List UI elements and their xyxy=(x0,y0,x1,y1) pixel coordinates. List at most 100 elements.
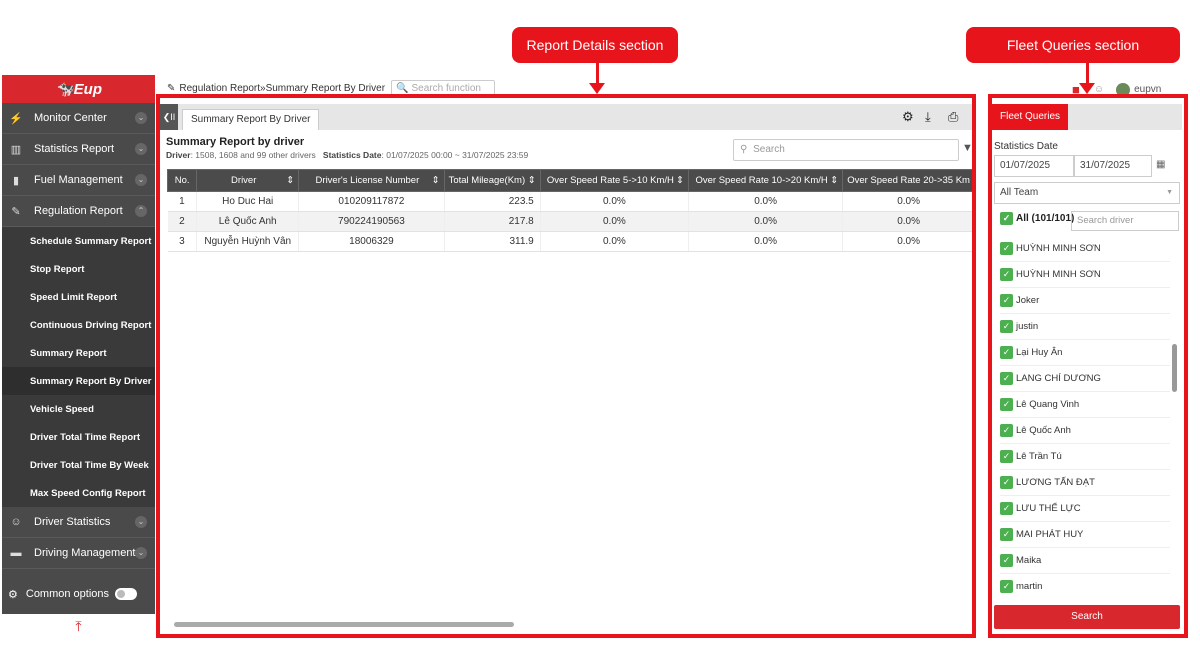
table-row[interactable]: 2 Lê Quốc Anh 790224190563 217.8 0.0% 0.… xyxy=(167,211,975,232)
list-item[interactable]: ✓ LƯƠNG TẤN ĐẠT xyxy=(1000,470,1170,496)
sidebar-item-fuel-management[interactable]: ▮ Fuel Management ⌄ xyxy=(2,165,155,196)
list-item[interactable]: ✓ LANG CHÍ DƯƠNG xyxy=(1000,366,1170,392)
sidebar-item-monitor-center[interactable]: ⚡ Monitor Center ⌄ xyxy=(2,103,155,134)
list-item[interactable]: ✓ Lại Huy Ân xyxy=(1000,340,1170,366)
checkbox-checked-icon[interactable]: ✓ xyxy=(1000,268,1013,281)
column-header[interactable]: Driver's License Number ⇕ xyxy=(298,169,445,192)
list-item[interactable]: ✓ LƯU THỂ LỰC xyxy=(1000,496,1170,522)
list-item[interactable]: ✓ Maika xyxy=(1000,548,1170,574)
checkbox-checked-icon[interactable]: ✓ xyxy=(1000,294,1013,307)
date-from-field[interactable]: 01/07/2025 xyxy=(994,155,1074,177)
checkbox-checked-icon[interactable]: ✓ xyxy=(1000,372,1013,385)
checkbox-checked-icon[interactable]: ✓ xyxy=(1000,554,1013,567)
table-search-input[interactable]: ⚲ Search xyxy=(733,139,959,161)
sidebar-item-driver-statistics[interactable]: ☺ Driver Statistics ⌄ xyxy=(2,507,155,538)
checkbox-checked-icon[interactable]: ✓ xyxy=(1000,424,1013,437)
checkbox-checked-icon[interactable]: ✓ xyxy=(1000,450,1013,463)
list-item[interactable]: ✓ Lê Trần Tú xyxy=(1000,444,1170,470)
checkbox-checked-icon[interactable]: ✓ xyxy=(1000,320,1013,333)
sidebar-subitem[interactable]: Schedule Summary Report xyxy=(2,227,155,255)
cell-no: 2 xyxy=(167,211,198,232)
checkbox-checked-icon[interactable]: ✓ xyxy=(1000,528,1013,541)
list-item[interactable]: ✓ martin xyxy=(1000,574,1170,596)
table-row[interactable]: 1 Ho Duc Hai 010209117872 223.5 0.0% 0.0… xyxy=(167,191,975,212)
sidebar-subitem[interactable]: Summary Report xyxy=(2,339,155,367)
list-item[interactable]: ✓ HUỲNH MINH SƠN xyxy=(1000,236,1170,262)
sort-icon[interactable]: ⇕ xyxy=(432,175,440,186)
calendar-icon[interactable]: ▦ xyxy=(1156,159,1165,170)
driver-name: Maika xyxy=(1016,555,1042,566)
logo-text: Eup xyxy=(73,80,103,98)
checkbox-checked-icon[interactable]: ✓ xyxy=(1000,212,1013,225)
common-options-toggle[interactable] xyxy=(115,588,138,600)
table-row[interactable]: 3 Nguyễn Huỳnh Vân 18006329 311.9 0.0% 0… xyxy=(167,231,975,252)
brand-logo[interactable]: 🐄 Eup xyxy=(2,75,155,103)
column-header[interactable]: Over Speed Rate 20->35 Km xyxy=(842,169,975,192)
horizontal-scrollbar[interactable] xyxy=(174,622,514,627)
checkbox-checked-icon[interactable]: ✓ xyxy=(1000,346,1013,359)
sidebar-subitem[interactable]: Driver Total Time Report xyxy=(2,423,155,451)
list-item[interactable]: ✓ HUỲNH MINH SƠN xyxy=(1000,262,1170,288)
sidebar-item-statistics-report[interactable]: ▥ Statistics Report ⌄ xyxy=(2,134,155,165)
avatar[interactable] xyxy=(1116,82,1131,97)
driver-search-input[interactable]: Search driver xyxy=(1071,211,1179,231)
sort-icon[interactable]: ⇕ xyxy=(830,175,838,186)
checkbox-checked-icon[interactable]: ✓ xyxy=(1000,502,1013,515)
list-item[interactable]: ✓ justin xyxy=(1000,314,1170,340)
logo-mark-icon: 🐄 xyxy=(54,81,74,98)
list-item[interactable]: ✓ Lê Quang Vinh xyxy=(1000,392,1170,418)
report-title: Summary Report by driver xyxy=(166,136,305,148)
print-icon[interactable]: ⎙ xyxy=(948,109,958,125)
sort-icon[interactable]: ⇕ xyxy=(676,175,684,186)
user-name[interactable]: eupvn xyxy=(1134,84,1161,95)
column-header[interactable]: Over Speed Rate 5->10 Km/H ⇕ xyxy=(539,169,690,192)
checkbox-checked-icon[interactable]: ✓ xyxy=(1000,476,1013,489)
vertical-scrollbar[interactable] xyxy=(1172,344,1177,392)
person-icon[interactable]: ☺ xyxy=(1094,84,1104,95)
search-function-input[interactable]: 🔍 Search function xyxy=(391,80,496,96)
fleet-search-button[interactable]: Search xyxy=(994,605,1180,629)
column-header[interactable]: Total Mileage(Km) ⇕ xyxy=(443,169,541,192)
tab-summary-report-by-driver[interactable]: Summary Report By Driver xyxy=(182,109,320,130)
regulation-icon: ✎ xyxy=(167,82,176,94)
column-header[interactable]: Over Speed Rate 10->20 Km/H ⇕ xyxy=(688,169,844,192)
checkbox-checked-icon[interactable]: ✓ xyxy=(1000,242,1013,255)
checkbox-checked-icon[interactable]: ✓ xyxy=(1000,398,1013,411)
select-all-drivers[interactable]: ✓ All (101/101) xyxy=(1000,212,1074,225)
driver-name: LƯƠNG TẤN ĐẠT xyxy=(1016,477,1095,488)
team-select[interactable]: All Team ▼ xyxy=(994,182,1180,204)
sidebar-subitem[interactable]: Max Speed Config Report xyxy=(2,479,155,507)
list-item[interactable]: ✓ MAI PHÁT HUY xyxy=(1000,522,1170,548)
chevron-down-icon: ⌄ xyxy=(135,112,147,124)
driver-name: Lê Trần Tú xyxy=(1016,451,1062,462)
sidebar-subitem[interactable]: Speed Limit Report xyxy=(2,283,155,311)
date-to-field[interactable]: 31/07/2025 xyxy=(1074,155,1152,177)
checkbox-checked-icon[interactable]: ✓ xyxy=(1000,580,1013,593)
sort-icon[interactable]: ⇕ xyxy=(286,175,294,186)
sidebar-subitem-active[interactable]: Summary Report By Driver xyxy=(2,367,155,395)
cell-driver: Ho Duc Hai xyxy=(196,191,300,212)
filter-icon[interactable]: ▼ xyxy=(962,142,973,154)
sidebar-subitem[interactable]: Stop Report xyxy=(2,255,155,283)
sidebar-item-driving-management[interactable]: ▬ Driving Management ⌄ xyxy=(2,538,155,569)
tab-fleet-queries[interactable]: Fleet Queries xyxy=(992,104,1069,130)
sidebar-subitem[interactable]: Driver Total Time By Week xyxy=(2,451,155,479)
sidebar-item-label: Fuel Management xyxy=(34,174,123,186)
sidebar-subitem[interactable]: Vehicle Speed xyxy=(2,395,155,423)
list-item[interactable]: ✓ Joker xyxy=(1000,288,1170,314)
breadcrumb-parent[interactable]: Regulation Report xyxy=(179,83,260,94)
sidebar-item-regulation-report[interactable]: ✎ Regulation Report ⌃ xyxy=(2,196,155,227)
sidebar-subitem[interactable]: Continuous Driving Report xyxy=(2,311,155,339)
settings-gear-icon[interactable]: ⚙ xyxy=(902,109,914,125)
list-item[interactable]: ✓ Lê Quốc Anh xyxy=(1000,418,1170,444)
column-header[interactable]: No. xyxy=(166,169,198,192)
collapse-panel-icon[interactable]: ❮II xyxy=(160,104,178,130)
sort-icon[interactable]: ⇕ xyxy=(528,175,536,186)
bell-icon[interactable]: ■ xyxy=(1072,82,1080,97)
column-header[interactable]: Driver ⇕ xyxy=(196,169,300,192)
download-icon[interactable]: ⤓ xyxy=(925,109,931,125)
scroll-top-icon[interactable]: ⤒ xyxy=(2,614,155,640)
report-details-panel: ❮II Summary Report By Driver ⚙ ⤓ ⎙ Summa… xyxy=(160,104,975,634)
driver-name: Joker xyxy=(1016,295,1040,306)
driver-name: HUỲNH MINH SƠN xyxy=(1016,243,1101,254)
